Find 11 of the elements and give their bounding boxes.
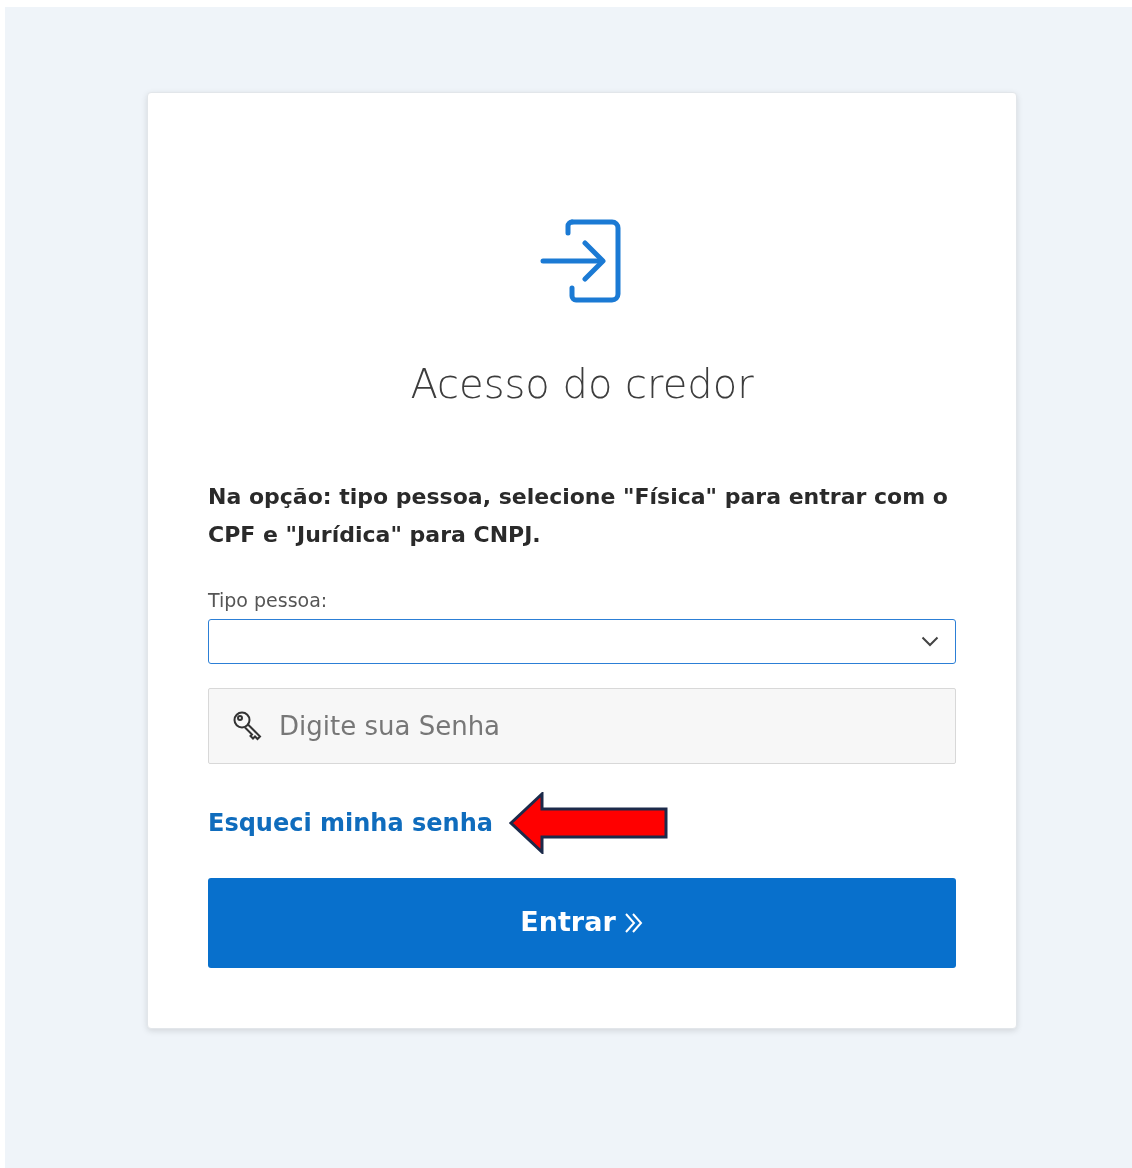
sign-in-icon [540,218,624,306]
forgot-password-link[interactable]: Esqueci minha senha [208,804,493,841]
password-field[interactable]: Digite sua Senha [208,687,956,764]
key-icon [232,709,264,742]
instruction-text: Na opção: tipo pessoa, selecione "Física" para entrar com o CPF e "Jurídica" para CNPJ. [208,483,949,549]
enter-button[interactable]: Entrar [208,877,956,968]
page-title: Acesso do credor [410,361,754,407]
field-label: Tipo pessoa: [208,589,328,611]
chevron-down-icon [921,635,939,647]
double-chevron-icon [623,911,644,934]
person-type-select[interactable] [208,618,956,664]
